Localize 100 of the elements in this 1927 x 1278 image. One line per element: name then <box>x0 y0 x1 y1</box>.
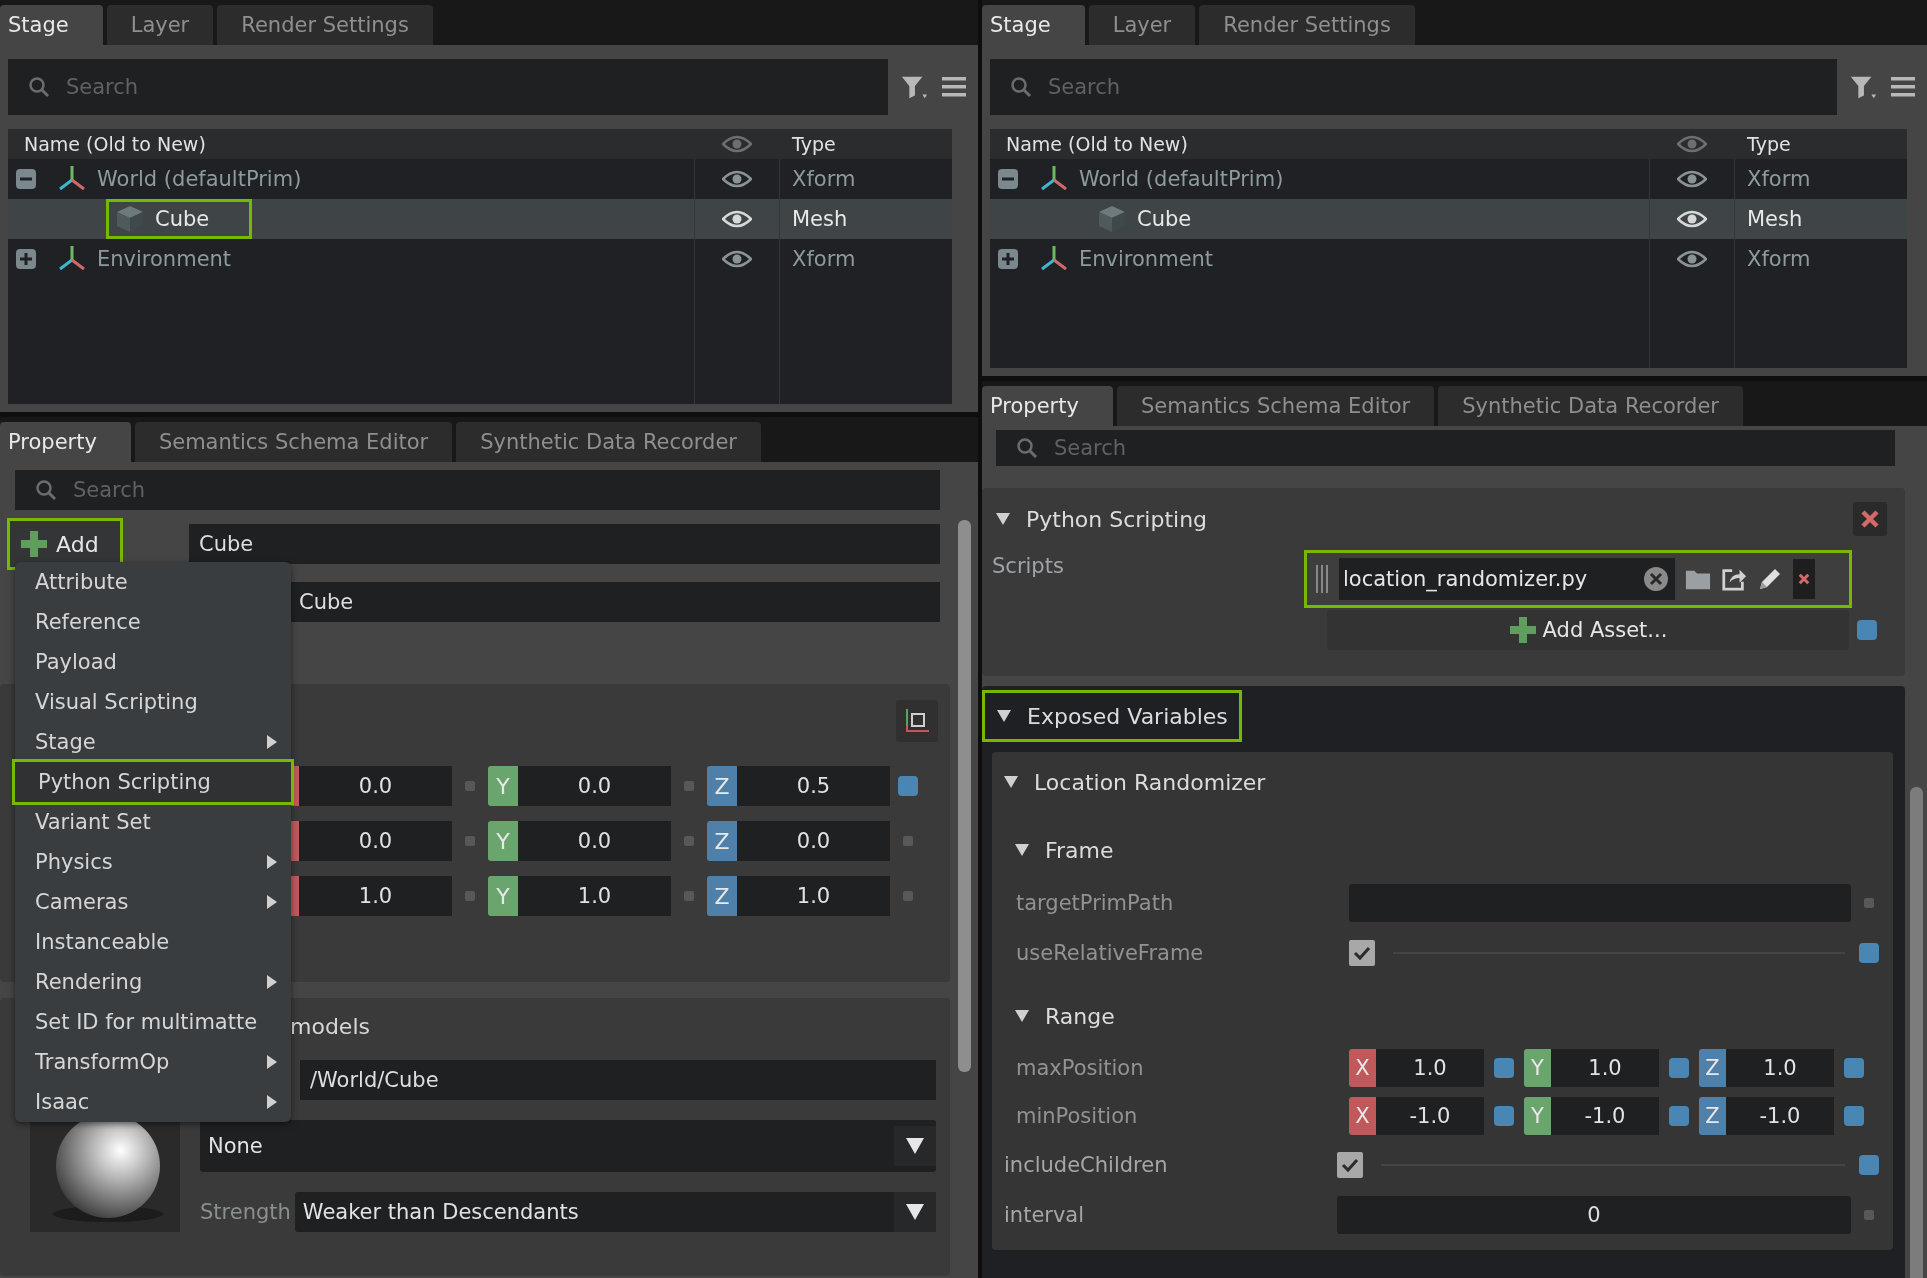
close-icon <box>1860 509 1880 529</box>
expander-icon[interactable] <box>16 169 36 189</box>
number-field[interactable]: 0.0 <box>299 766 452 806</box>
plus-icon <box>20 530 48 558</box>
axis-label: Y <box>488 821 518 861</box>
collapse-icon[interactable] <box>1015 843 1029 857</box>
number-field[interactable]: 1.0 <box>518 876 671 916</box>
column-header[interactable]: Name (Old to New) <box>1006 133 1188 155</box>
prim-name: Cube <box>1137 207 1192 231</box>
checkbox[interactable] <box>1349 940 1375 966</box>
number-field[interactable]: 0.0 <box>737 821 890 861</box>
tab[interactable]: Property <box>982 386 1113 426</box>
eye-icon[interactable] <box>1677 249 1707 269</box>
tab[interactable]: Semantics Schema Editor <box>134 422 453 462</box>
tab[interactable]: Stage <box>982 5 1085 45</box>
search-icon <box>35 479 57 501</box>
tab[interactable]: Semantics Schema Editor <box>1116 386 1435 426</box>
path-field[interactable]: /World/Cube <box>300 1060 936 1100</box>
submenu-arrow-icon <box>267 895 277 909</box>
tab[interactable]: Render Settings <box>217 5 433 45</box>
prim-name: World (defaultPrim) <box>97 167 302 191</box>
collapse-icon[interactable] <box>996 512 1010 526</box>
tree-row[interactable]: Cube Mesh <box>990 199 1907 239</box>
menu-item[interactable]: TransformOp <box>15 1042 291 1082</box>
eye-icon <box>1677 134 1707 154</box>
tree-row[interactable]: Environment Xform <box>8 239 952 279</box>
number-field[interactable]: 1.0 <box>1551 1049 1659 1087</box>
menu-item[interactable]: Set ID for multimatte <box>15 1002 291 1042</box>
collapse-icon[interactable] <box>1015 1009 1029 1023</box>
number-field[interactable]: -1.0 <box>1551 1097 1659 1135</box>
tree-row[interactable]: Cube Mesh <box>8 199 952 239</box>
checkbox[interactable] <box>1337 1152 1363 1178</box>
add-asset-button[interactable]: Add Asset... <box>1327 610 1849 650</box>
pencil-icon[interactable] <box>1757 566 1783 592</box>
menu-item[interactable]: Cameras <box>15 882 291 922</box>
menu-item[interactable]: Rendering <box>15 962 291 1002</box>
column-header[interactable]: Name (Old to New) <box>24 133 206 155</box>
transform-button[interactable] <box>896 700 938 742</box>
export-icon[interactable] <box>1721 566 1747 592</box>
remove-button[interactable] <box>1793 559 1815 599</box>
collapse-icon[interactable] <box>1004 775 1018 789</box>
eye-icon[interactable] <box>1677 169 1707 189</box>
axis-label: X <box>1349 1097 1376 1135</box>
prim-type: Mesh <box>792 207 848 231</box>
search-field[interactable]: Search <box>996 430 1895 466</box>
number-field[interactable]: 1.0 <box>299 876 452 916</box>
number-field[interactable]: 0.5 <box>737 766 890 806</box>
menu-item[interactable]: Python Scripting <box>15 762 291 802</box>
menu-item[interactable]: Variant Set <box>15 802 291 842</box>
dropdown[interactable]: Weaker than Descendants <box>294 1192 936 1232</box>
column-header[interactable]: Type <box>792 133 836 155</box>
field-label: targetPrimPath <box>1016 891 1175 915</box>
menu-item[interactable]: Isaac <box>15 1082 291 1122</box>
search-field[interactable]: Search <box>990 59 1837 115</box>
tab[interactable]: Synthetic Data Recorder <box>1438 386 1743 426</box>
collapse-icon[interactable] <box>997 709 1011 723</box>
eye-icon[interactable] <box>722 169 752 189</box>
number-field[interactable]: 1.0 <box>1726 1049 1834 1087</box>
tab[interactable]: Layer <box>106 5 214 45</box>
column-header[interactable]: Type <box>1747 133 1791 155</box>
tab[interactable]: Stage <box>0 5 103 45</box>
tab[interactable]: Layer <box>1088 5 1196 45</box>
expander-icon[interactable] <box>998 169 1018 189</box>
clear-icon[interactable] <box>1643 566 1669 592</box>
tree-row[interactable]: Environment Xform <box>990 239 1907 279</box>
menu-item[interactable]: Stage <box>15 722 291 762</box>
dropdown-arrow-icon <box>905 1203 925 1221</box>
number-field[interactable]: 0 <box>1337 1196 1851 1234</box>
drag-handle-icon[interactable] <box>1315 564 1329 594</box>
number-field[interactable]: 1.0 <box>1376 1049 1484 1087</box>
search-field[interactable]: Search <box>8 59 888 115</box>
cube-icon <box>1097 204 1127 234</box>
number-field[interactable]: 0.0 <box>299 821 452 861</box>
tab[interactable]: Render Settings <box>1199 5 1415 45</box>
field-label: useRelativeFrame <box>1016 941 1205 965</box>
menu-item[interactable]: Physics <box>15 842 291 882</box>
prim-name: Cube <box>155 207 210 231</box>
tab[interactable]: Property <box>0 422 131 462</box>
menu-item[interactable]: Visual Scripting <box>15 682 291 722</box>
close-icon <box>1798 573 1810 585</box>
menu-item[interactable]: Instanceable <box>15 922 291 962</box>
dropdown[interactable]: None <box>200 1120 936 1172</box>
expander-icon[interactable] <box>998 249 1018 269</box>
number-field[interactable]: -1.0 <box>1376 1097 1484 1135</box>
eye-icon[interactable] <box>722 249 752 269</box>
number-field[interactable]: 0.0 <box>518 821 671 861</box>
number-field[interactable]: 1.0 <box>737 876 890 916</box>
tab[interactable]: Synthetic Data Recorder <box>456 422 761 462</box>
prim-name: Environment <box>1079 247 1214 271</box>
expander-icon[interactable] <box>16 249 36 269</box>
number-field[interactable]: -1.0 <box>1726 1097 1834 1135</box>
axis-label: Z <box>707 821 737 861</box>
search-field[interactable]: Search <box>15 470 940 510</box>
script-asset-field[interactable]: location_randomizer.py <box>1304 550 1852 608</box>
number-field[interactable]: 0.0 <box>518 766 671 806</box>
prim-type: Xform <box>792 247 856 271</box>
menu-item[interactable]: Payload <box>15 642 291 682</box>
submenu-arrow-icon <box>267 1055 277 1069</box>
remove-button[interactable] <box>1853 502 1887 536</box>
name-field[interactable]: Cube <box>189 524 940 564</box>
